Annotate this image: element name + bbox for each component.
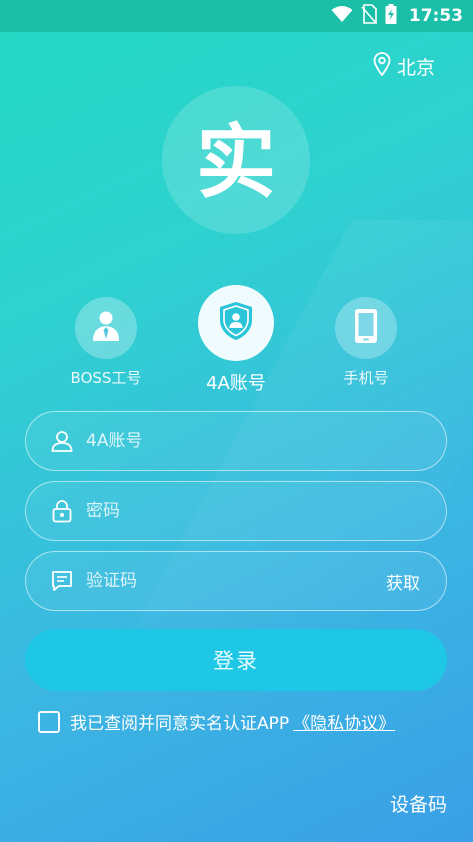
- location-selector[interactable]: 北京: [373, 52, 435, 81]
- battery-charging-icon: [385, 4, 397, 28]
- verification-code-field: 获取: [25, 551, 447, 611]
- password-field: [25, 481, 447, 541]
- agreement-checkbox[interactable]: [38, 710, 60, 733]
- app-logo: 实: [162, 86, 310, 234]
- login-button[interactable]: 登录: [25, 629, 447, 691]
- location-label: 北京: [396, 57, 435, 79]
- 4a-type-circle: [198, 285, 274, 361]
- person-tie-icon: [91, 310, 121, 346]
- device-code-link[interactable]: 设备码: [390, 790, 447, 817]
- password-input[interactable]: [86, 501, 446, 521]
- user-icon: [50, 429, 74, 453]
- message-icon: [50, 569, 74, 593]
- shield-person-icon: [217, 300, 255, 346]
- login-type-boss[interactable]: BOSS工号: [58, 297, 154, 388]
- phone-icon: [353, 308, 379, 348]
- account-field: [25, 411, 447, 471]
- status-bar: 17:53: [0, 0, 473, 32]
- get-code-button[interactable]: 获取: [386, 569, 420, 594]
- account-input[interactable]: [86, 431, 446, 451]
- boss-type-label: BOSS工号: [70, 369, 142, 387]
- login-type-phone[interactable]: 手机号: [318, 297, 414, 388]
- lock-icon: [50, 499, 74, 523]
- phone-type-label: 手机号: [343, 369, 389, 387]
- logo-character: 实: [196, 115, 276, 209]
- verification-code-input[interactable]: [86, 571, 386, 591]
- 4a-type-label: 4A账号: [206, 373, 266, 394]
- status-time: 17:53: [408, 6, 463, 26]
- location-pin-icon: [373, 52, 391, 81]
- privacy-policy-link[interactable]: 《隐私协议》: [293, 709, 395, 734]
- phone-type-circle: [335, 297, 397, 359]
- wifi-icon: [331, 5, 353, 27]
- login-type-4a[interactable]: 4A账号: [190, 285, 282, 395]
- agreement-text: 我已查阅并同意实名认证APP: [70, 714, 290, 734]
- boss-type-circle: [75, 297, 137, 359]
- no-sim-icon: [361, 4, 377, 28]
- agreement-row: 我已查阅并同意实名认证APP 《隐私协议》: [38, 709, 395, 734]
